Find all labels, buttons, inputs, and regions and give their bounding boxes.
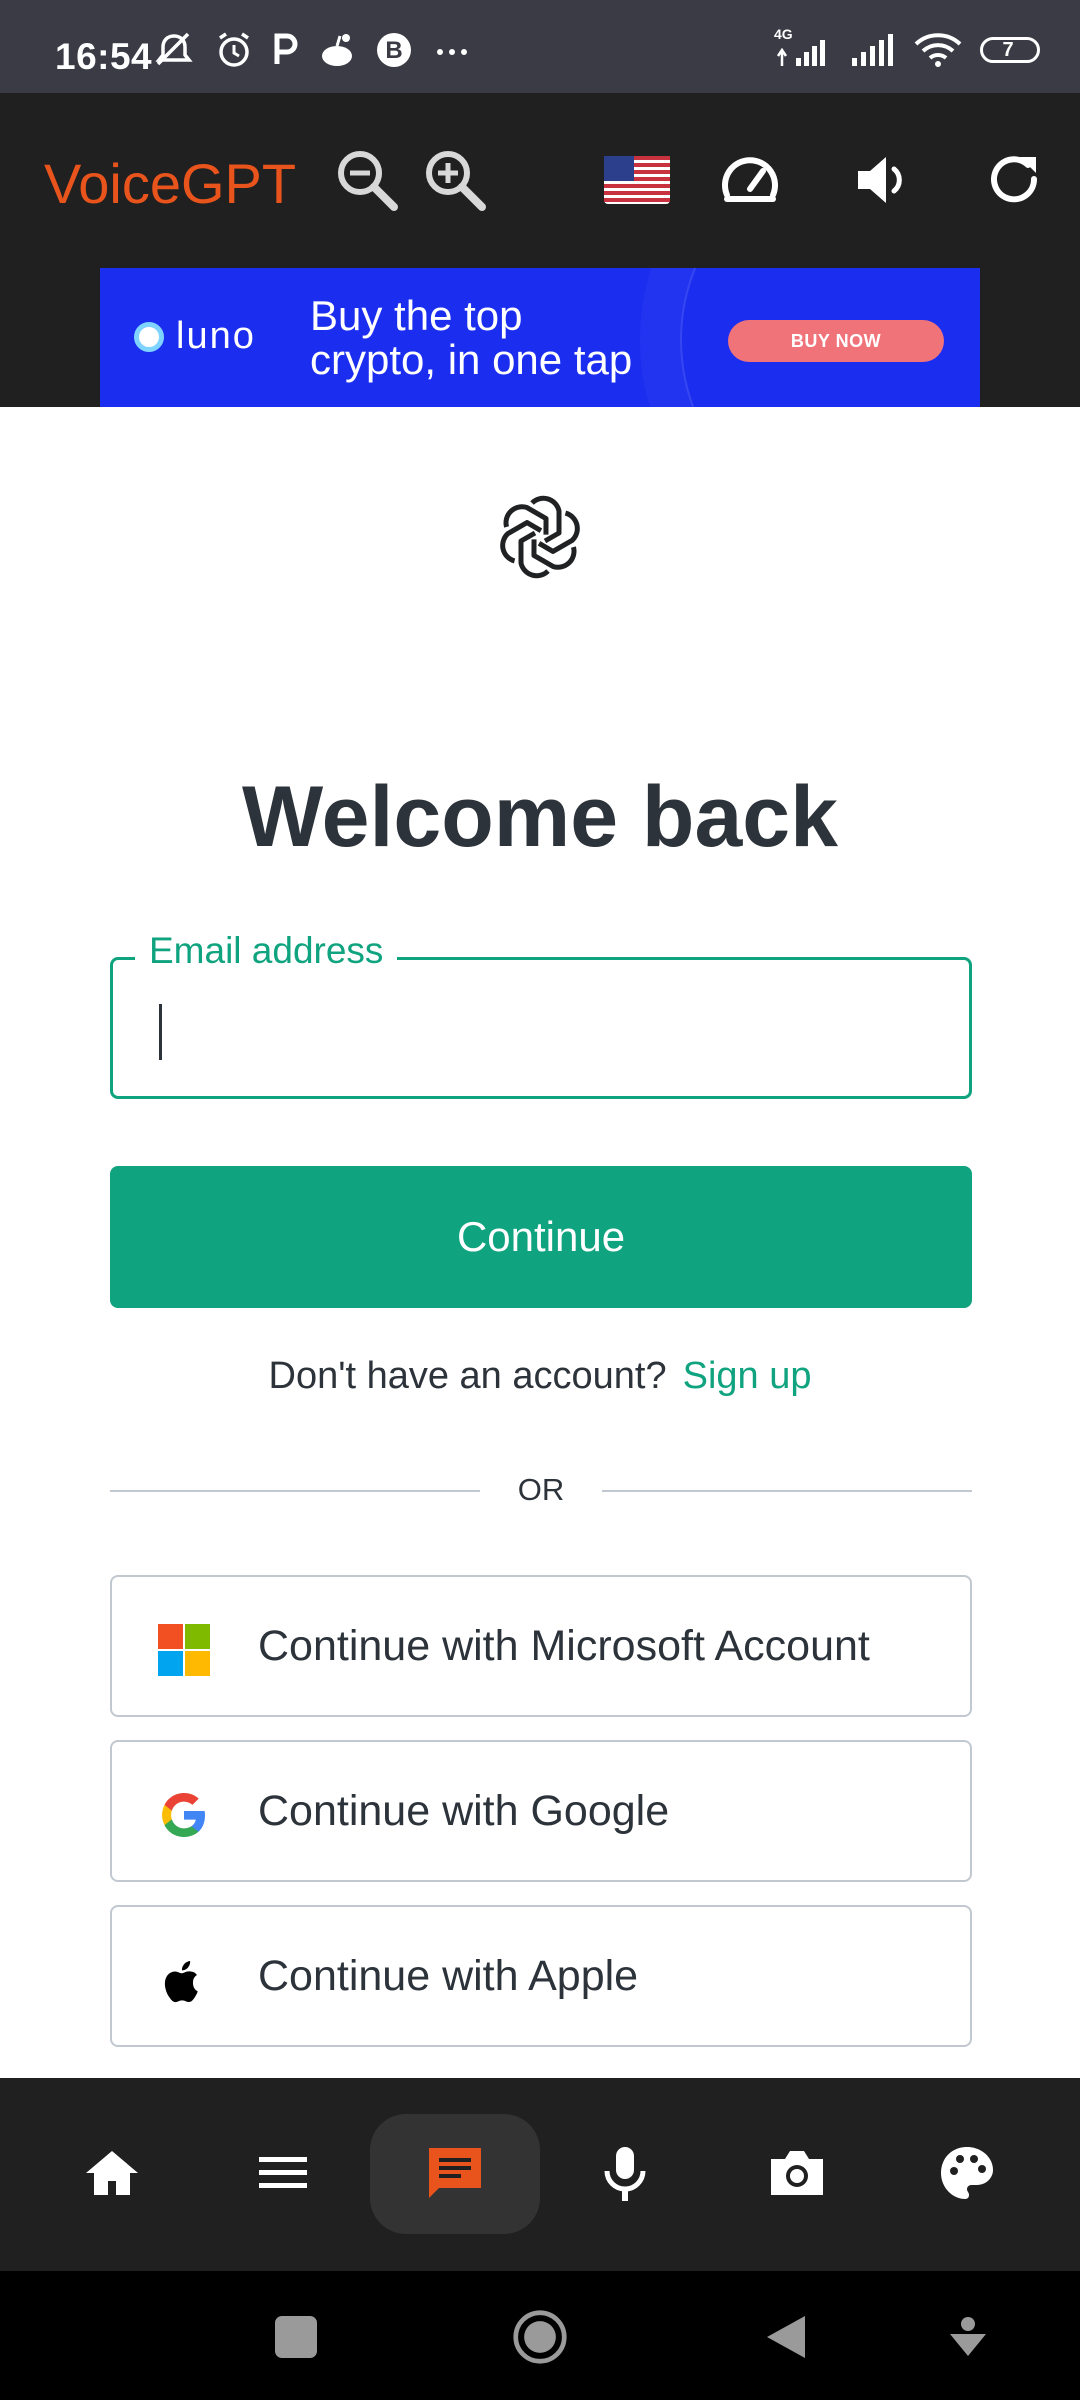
zoom-out-icon[interactable] — [332, 145, 402, 215]
signup-prompt: Don't have an account? Sign up — [0, 1355, 1080, 1398]
reddit-icon — [322, 34, 352, 66]
signal-icon — [852, 34, 893, 66]
mute-notifications-icon — [155, 32, 193, 66]
microsoft-login-label: Continue with Microsoft Account — [258, 1621, 870, 1670]
alarm-icon — [219, 32, 249, 67]
battery-level: 7 — [1002, 38, 1014, 61]
continue-button[interactable]: Continue — [110, 1166, 972, 1308]
app-toolbar: VoiceGPT LUNO Buy the top crypto, in one… — [0, 93, 1080, 407]
menu-icon[interactable] — [228, 2118, 338, 2228]
wifi-icon — [914, 33, 962, 67]
email-field[interactable]: Email address — [110, 930, 972, 1099]
email-input[interactable] — [153, 988, 937, 1070]
email-label: Email address — [135, 930, 398, 972]
refresh-icon[interactable] — [980, 145, 1050, 215]
google-login-button[interactable]: Continue with Google — [110, 1740, 972, 1882]
apple-login-button[interactable]: Continue with Apple — [110, 1905, 972, 2047]
mic-icon[interactable] — [570, 2118, 680, 2228]
us-flag-icon[interactable] — [602, 145, 672, 215]
signal-4g-icon: 4G — [774, 26, 834, 70]
b-app-icon: B — [377, 33, 411, 67]
app-brand: VoiceGPT — [44, 152, 297, 215]
chat-icon[interactable] — [370, 2114, 540, 2234]
microsoft-logo-icon — [158, 1624, 210, 1676]
apple-logo-icon — [164, 1961, 198, 2003]
status-notification-icons: B — [152, 30, 472, 70]
microsoft-login-button[interactable]: Continue with Microsoft Account — [110, 1575, 972, 1717]
text-caret — [159, 1004, 162, 1060]
parking-icon — [274, 33, 298, 64]
ad-banner[interactable]: LUNO Buy the top crypto, in one tap BUY … — [100, 268, 980, 407]
dropdown-button[interactable] — [940, 2309, 996, 2365]
google-logo-icon — [162, 1793, 205, 1837]
home-icon[interactable] — [57, 2118, 167, 2228]
system-navigation-bar — [0, 2271, 1080, 2400]
or-divider: OR — [110, 1470, 972, 1510]
page-title: Welcome back — [242, 769, 838, 865]
status-time: 16:54 — [55, 36, 153, 77]
camera-icon[interactable] — [742, 2118, 852, 2228]
home-button[interactable] — [512, 2309, 568, 2365]
recents-button[interactable] — [268, 2309, 324, 2365]
ad-headline-1: Buy the top — [310, 292, 523, 339]
divider-line-right — [602, 1490, 972, 1492]
apple-login-label: Continue with Apple — [258, 1951, 639, 2000]
volume-icon[interactable] — [848, 145, 918, 215]
svg-text:B: B — [385, 37, 402, 64]
ad-logo: LUNO — [134, 315, 256, 358]
back-button[interactable] — [758, 2309, 814, 2365]
luno-logo-icon — [134, 321, 164, 352]
bottom-navigation — [0, 2078, 1080, 2271]
status-system-icons: 4G 7 — [774, 26, 1040, 70]
battery-icon: 7 — [980, 37, 1040, 63]
ad-headline-2: crypto, in one tap — [310, 336, 633, 383]
signup-link[interactable]: Sign up — [683, 1355, 812, 1397]
google-login-label: Continue with Google — [258, 1786, 670, 1835]
ad-buy-now-button[interactable]: BUY NOW — [728, 320, 944, 362]
no-account-text: Don't have an account? — [268, 1355, 667, 1397]
speed-icon[interactable] — [715, 145, 785, 215]
network-type: 4G — [774, 26, 793, 42]
more-notifications-icon — [437, 49, 467, 55]
zoom-in-icon[interactable] — [420, 145, 490, 215]
openai-logo-icon — [500, 495, 580, 579]
status-bar: 16:54 B 4G 7 — [0, 0, 1080, 93]
ad-brand: LUNO — [176, 315, 256, 357]
palette-icon[interactable] — [912, 2118, 1022, 2228]
